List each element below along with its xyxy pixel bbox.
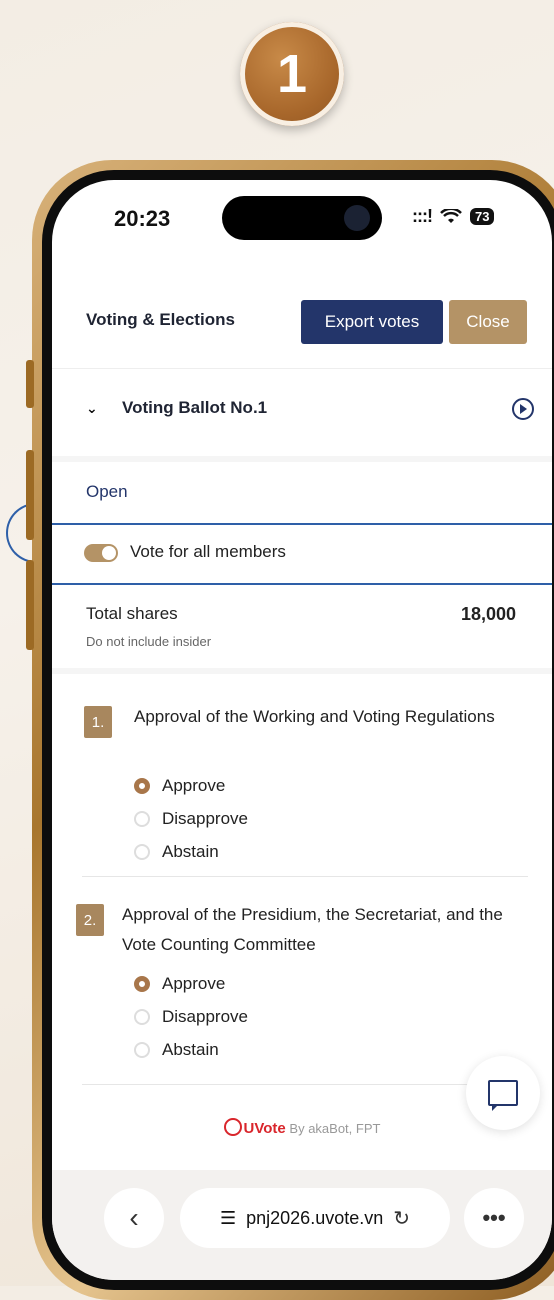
option-label: Approve — [162, 974, 226, 993]
signal-icon: :::! — [412, 206, 433, 226]
page-header: Voting & Elections Export votes Close — [52, 270, 552, 369]
option-abstain[interactable]: Abstain — [134, 1040, 219, 1060]
url-text: pnj2026.uvote.vn — [246, 1207, 384, 1228]
footer-brand: UVote By akaBot, FPT — [52, 1118, 552, 1137]
volume-down-button — [26, 560, 34, 650]
question-number: 1. — [84, 706, 112, 738]
radio[interactable] — [134, 811, 150, 827]
option-label: Disapprove — [162, 1007, 248, 1026]
ballot-status: Open — [86, 482, 128, 501]
reload-icon[interactable]: ↻ — [393, 1206, 410, 1231]
ballot-title: Voting Ballot No.1 — [122, 398, 268, 417]
question-text: Approval of the Presidium, the Secretari… — [122, 905, 503, 954]
divider — [82, 1084, 528, 1085]
radio[interactable] — [134, 1042, 150, 1058]
shares-note: Do not include insider — [86, 634, 212, 649]
camera-icon — [344, 205, 370, 231]
step-number-badge: 1 — [240, 22, 344, 126]
status-bar: 20:23 :::! 73 — [52, 180, 552, 250]
vote-all-row[interactable]: Vote for all members — [52, 523, 552, 585]
option-disapprove[interactable]: Disapprove — [134, 1007, 248, 1027]
question-2: 2. Approval of the Presidium, the Secret… — [76, 900, 512, 1070]
question-text: Approval of the Working and Voting Regul… — [134, 707, 495, 726]
phone-frame: 20:23 :::! 73 Voting & Elections Export … — [26, 160, 554, 1300]
shares-label: Total shares — [86, 604, 178, 623]
browser-toolbar: ‹ ☰ pnj2026.uvote.vn ↻ ••• — [52, 1170, 552, 1280]
total-shares: Total shares Do not include insider 18,0… — [52, 588, 552, 674]
option-approve[interactable]: Approve — [134, 974, 225, 994]
radio[interactable] — [134, 844, 150, 860]
reader-icon[interactable]: ☰ — [220, 1208, 236, 1229]
close-button[interactable]: Close — [449, 300, 527, 344]
radio-selected[interactable] — [134, 976, 150, 992]
brand-by: By akaBot, FPT — [289, 1121, 381, 1136]
step-number: 1 — [276, 44, 308, 104]
vote-all-toggle[interactable] — [84, 544, 118, 562]
battery-icon: 73 — [469, 208, 495, 225]
option-label: Abstain — [162, 842, 219, 861]
question-1: 1. Approval of the Working and Voting Re… — [82, 702, 512, 872]
chat-icon — [488, 1080, 518, 1111]
option-label: Abstain — [162, 1040, 219, 1059]
address-bar[interactable]: ☰ pnj2026.uvote.vn ↻ — [180, 1188, 450, 1248]
wifi-icon — [440, 208, 462, 223]
question-number: 2. — [76, 904, 104, 936]
page-title: Voting & Elections — [86, 310, 235, 329]
action-button — [26, 360, 34, 408]
back-button[interactable]: ‹ — [104, 1188, 164, 1248]
shares-value: 18,000 — [460, 604, 516, 624]
ballot-header[interactable]: ⌄ Voting Ballot No.1 — [52, 368, 552, 462]
more-button[interactable]: ••• — [464, 1188, 524, 1248]
status-time: 20:23 — [114, 206, 171, 231]
vote-all-label: Vote for all members — [130, 542, 286, 561]
option-disapprove[interactable]: Disapprove — [134, 809, 248, 829]
option-label: Disapprove — [162, 809, 248, 828]
play-circle-icon[interactable] — [512, 398, 534, 420]
radio-selected[interactable] — [134, 778, 150, 794]
uvote-logo-icon — [223, 1118, 242, 1136]
option-abstain[interactable]: Abstain — [134, 842, 219, 862]
dynamic-island — [222, 196, 382, 240]
option-approve[interactable]: Approve — [134, 776, 225, 796]
radio[interactable] — [134, 1009, 150, 1025]
brand-name: UVote — [243, 1120, 286, 1137]
divider — [82, 876, 528, 877]
chevron-down-icon[interactable]: ⌄ — [86, 400, 98, 417]
screen: 20:23 :::! 73 Voting & Elections Export … — [52, 180, 552, 1280]
option-label: Approve — [162, 776, 226, 795]
volume-up-button — [26, 450, 34, 540]
export-votes-button[interactable]: Export votes — [301, 300, 443, 344]
